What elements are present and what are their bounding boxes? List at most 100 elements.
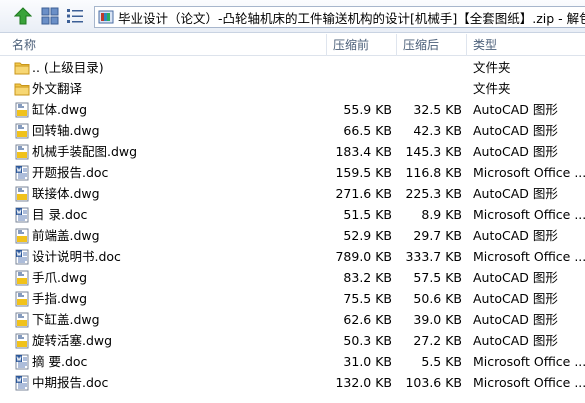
file-row[interactable]: 中期报告.doc 132.0 KB 103.6 KB Microsoft Office… xyxy=(0,372,585,393)
doc-file-icon xyxy=(14,249,30,265)
folder-icon xyxy=(14,60,30,76)
large-icons-view-icon xyxy=(41,7,59,25)
file-size: 31.0 KB xyxy=(343,354,392,369)
file-name: 摘 要.doc xyxy=(32,354,88,369)
file-name: 机械手装配图.dwg xyxy=(32,144,138,159)
large-icons-view-button[interactable] xyxy=(39,5,61,27)
file-type: Microsoft Office ... xyxy=(473,207,585,222)
file-row[interactable]: 手爪.dwg 83.2 KB 57.5 KB AutoCAD 图形 xyxy=(0,267,585,288)
file-name-cell: 设计说明书.doc xyxy=(14,246,326,267)
address-bar[interactable]: 毕业设计（论文）-凸轮轴机床的工件输送机构的设计[机械手]【全套图纸】.zip … xyxy=(94,6,585,28)
file-compressed-size: 8.9 KB xyxy=(421,207,462,222)
file-name-cell: 回转轴.dwg xyxy=(14,120,326,141)
file-type: AutoCAD 图形 xyxy=(473,333,558,348)
file-name-cell: 摘 要.doc xyxy=(14,351,326,372)
column-compressed-header[interactable]: 压缩后 xyxy=(396,34,466,56)
file-row[interactable]: 外文翻译 文件夹 xyxy=(0,78,585,99)
dwg-file-icon xyxy=(14,333,30,349)
file-type: AutoCAD 图形 xyxy=(473,123,558,138)
file-row[interactable]: 手指.dwg 75.5 KB 50.6 KB AutoCAD 图形 xyxy=(0,288,585,309)
file-size: 66.5 KB xyxy=(343,123,392,138)
file-size: 183.4 KB xyxy=(335,144,392,159)
details-view-button[interactable] xyxy=(64,5,86,27)
file-size: 52.9 KB xyxy=(343,228,392,243)
file-size xyxy=(330,78,392,99)
file-name-cell: 下缸盖.dwg xyxy=(14,309,326,330)
file-compressed-size: 116.8 KB xyxy=(405,165,462,180)
file-row[interactable]: .. (上级目录) 文件夹 xyxy=(0,57,585,78)
file-size: 55.9 KB xyxy=(343,102,392,117)
file-size xyxy=(330,57,392,78)
column-size-header[interactable]: 压缩前 xyxy=(326,34,396,56)
file-name: 旋转活塞.dwg xyxy=(32,333,113,348)
file-size: 50.3 KB xyxy=(343,333,392,348)
file-row[interactable]: 前端盖.dwg 52.9 KB 29.7 KB AutoCAD 图形 xyxy=(0,225,585,246)
file-type: AutoCAD 图形 xyxy=(473,186,558,201)
file-row[interactable]: 摘 要.doc 31.0 KB 5.5 KB Microsoft Office ... xyxy=(0,351,585,372)
column-header: 名称 压缩前 压缩后 类型 xyxy=(0,34,585,56)
file-compressed-size: 225.3 KB xyxy=(405,186,462,201)
file-name-cell: 旋转活塞.dwg xyxy=(14,330,326,351)
file-compressed-size: 5.5 KB xyxy=(421,354,462,369)
file-row[interactable]: 旋转活塞.dwg 50.3 KB 27.2 KB AutoCAD 图形 xyxy=(0,330,585,351)
file-size: 62.6 KB xyxy=(343,312,392,327)
file-name: 中期报告.doc xyxy=(32,375,109,390)
file-row[interactable]: 目 录.doc 51.5 KB 8.9 KB Microsoft Office ... xyxy=(0,204,585,225)
file-name-cell: 开题报告.doc xyxy=(14,162,326,183)
file-name: 设计说明书.doc xyxy=(32,249,121,264)
file-row[interactable]: 开题报告.doc 159.5 KB 116.8 KB Microsoft Office… xyxy=(0,162,585,183)
file-compressed-size xyxy=(400,78,462,99)
file-name: 目 录.doc xyxy=(32,207,88,222)
file-name-cell: 手指.dwg xyxy=(14,288,326,309)
file-size: 271.6 KB xyxy=(335,186,392,201)
file-type: 文件夹 xyxy=(473,81,511,96)
file-name: 缸体.dwg xyxy=(32,102,88,117)
file-type: Microsoft Office ... xyxy=(473,165,585,180)
dwg-file-icon xyxy=(14,102,30,118)
file-row[interactable]: 机械手装配图.dwg 183.4 KB 145.3 KB AutoCAD 图形 xyxy=(0,141,585,162)
file-compressed-size xyxy=(400,57,462,78)
file-name: 联接体.dwg xyxy=(32,186,100,201)
file-row[interactable]: 缸体.dwg 55.9 KB 32.5 KB AutoCAD 图形 xyxy=(0,99,585,120)
file-compressed-size: 57.5 KB xyxy=(413,270,462,285)
file-row[interactable]: 联接体.dwg 271.6 KB 225.3 KB AutoCAD 图形 xyxy=(0,183,585,204)
file-name: 手爪.dwg xyxy=(32,270,88,285)
file-name-cell: 缸体.dwg xyxy=(14,99,326,120)
file-type: AutoCAD 图形 xyxy=(473,144,558,159)
file-row[interactable]: 下缸盖.dwg 62.6 KB 39.0 KB AutoCAD 图形 xyxy=(0,309,585,330)
up-folder-button[interactable] xyxy=(12,5,34,27)
address-path: 毕业设计（论文）-凸轮轴机床的工件输送机构的设计[机械手]【全套图纸】.zip … xyxy=(118,10,585,26)
details-view-icon xyxy=(67,9,83,23)
file-size: 159.5 KB xyxy=(335,165,392,180)
doc-file-icon xyxy=(14,375,30,391)
column-name-header[interactable]: 名称 xyxy=(6,34,326,56)
file-size: 75.5 KB xyxy=(343,291,392,306)
file-name: 下缸盖.dwg xyxy=(32,312,100,327)
file-name: 回转轴.dwg xyxy=(32,123,100,138)
dwg-file-icon xyxy=(14,270,30,286)
dwg-file-icon xyxy=(14,291,30,307)
file-type: AutoCAD 图形 xyxy=(473,291,558,306)
folder-icon xyxy=(14,81,30,97)
file-name-cell: 手爪.dwg xyxy=(14,267,326,288)
file-row[interactable]: 设计说明书.doc 789.0 KB 333.7 KB Microsoft Offic… xyxy=(0,246,585,267)
file-type: AutoCAD 图形 xyxy=(473,228,558,243)
file-name-cell: 外文翻译 xyxy=(14,78,326,99)
file-type: Microsoft Office ... xyxy=(473,249,585,264)
file-row[interactable]: 回转轴.dwg 66.5 KB 42.3 KB AutoCAD 图形 xyxy=(0,120,585,141)
file-name-cell: 中期报告.doc xyxy=(14,372,326,393)
file-size: 132.0 KB xyxy=(335,375,392,390)
file-compressed-size: 27.2 KB xyxy=(413,333,462,348)
file-name-cell: 前端盖.dwg xyxy=(14,225,326,246)
file-size: 51.5 KB xyxy=(343,207,392,222)
column-type-header[interactable]: 类型 xyxy=(466,34,585,56)
dwg-file-icon xyxy=(14,123,30,139)
file-name: .. (上级目录) xyxy=(32,60,104,75)
file-compressed-size: 32.5 KB xyxy=(413,102,462,117)
file-type: AutoCAD 图形 xyxy=(473,270,558,285)
file-type: AutoCAD 图形 xyxy=(473,102,558,117)
file-type: Microsoft Office ... xyxy=(473,375,585,390)
file-compressed-size: 29.7 KB xyxy=(413,228,462,243)
doc-file-icon xyxy=(14,354,30,370)
file-name-cell: 联接体.dwg xyxy=(14,183,326,204)
